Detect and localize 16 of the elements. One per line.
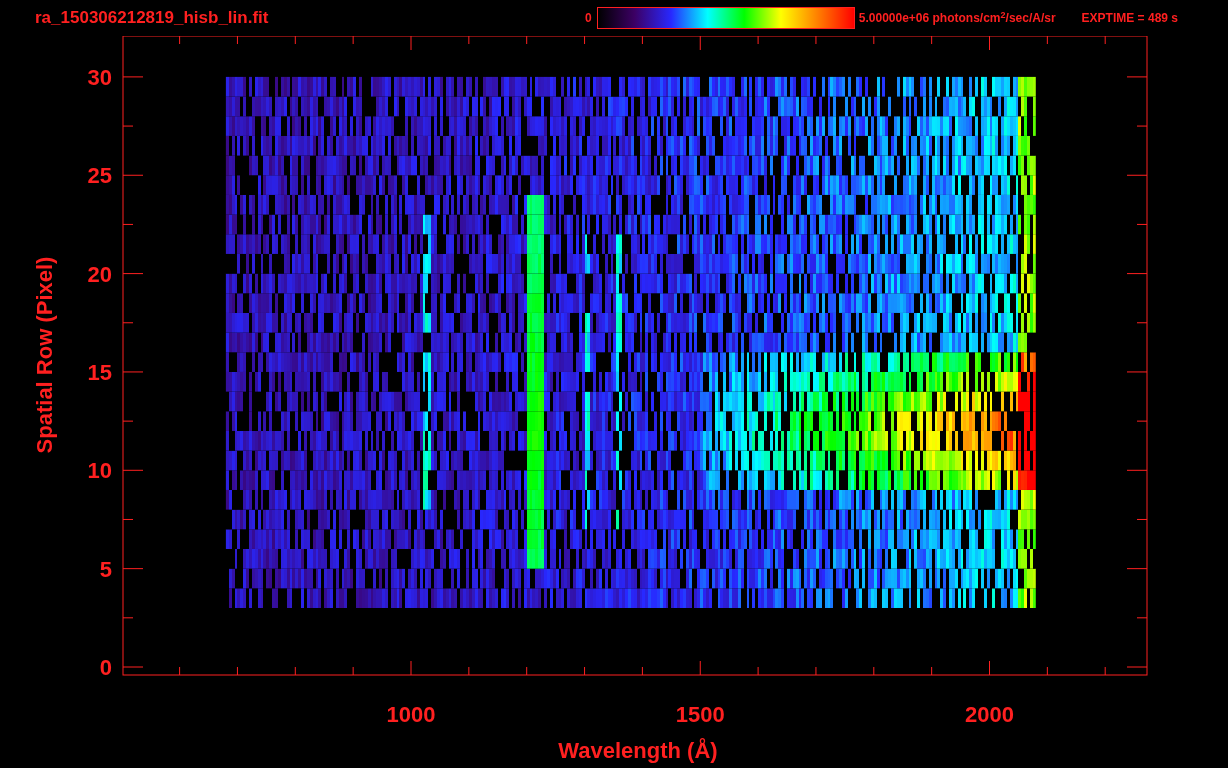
y-tick-label: 5	[99, 556, 112, 582]
y-tick-label: 20	[87, 261, 112, 287]
x-tick-label: 1500	[675, 702, 725, 727]
y-tick-label: 10	[87, 458, 112, 484]
x-axis-label: Wavelength (Å)	[558, 738, 718, 763]
x-tick-label: 1000	[386, 702, 436, 727]
y-tick-label: 25	[87, 163, 112, 189]
y-tick-label: 0	[99, 655, 112, 680]
y-axis-label: Spatial Row (Pixel)	[32, 256, 57, 454]
y-tick-label: 15	[87, 359, 112, 385]
colorbar-min-label: 0	[585, 10, 592, 27]
exposure-label: EXPTIME = 489 s	[1081, 10, 1178, 27]
y-tick-label: 30	[87, 64, 112, 90]
x-tick-label: 2000	[965, 702, 1014, 727]
file-title: ra_150306212819_hisb_lin.fit	[35, 7, 269, 30]
colorbar-max-label: 5.00000e+06 photons/cm$^{2}$/sec/A/sr	[858, 9, 1056, 27]
